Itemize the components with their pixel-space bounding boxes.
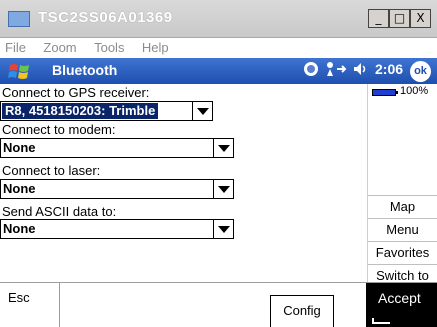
menu-zoom[interactable]: Zoom bbox=[43, 38, 76, 58]
pocketpc-taskbar: Bluetooth 2:06 ok bbox=[0, 58, 437, 84]
gps-label: Connect to GPS receiver: bbox=[2, 85, 150, 100]
modem-label: Connect to modem: bbox=[2, 122, 116, 137]
side-panel: 100% Map Menu Favorites Switch to bbox=[368, 84, 437, 283]
windows-start-icon[interactable] bbox=[7, 61, 33, 81]
ascii-label: Send ASCII data to: bbox=[2, 204, 117, 219]
taskbar-title: Bluetooth bbox=[52, 62, 118, 78]
emulator-window: TSC2SS06A01369 _ □ X File Zoom Tools Hel… bbox=[0, 0, 437, 327]
map-button[interactable]: Map bbox=[368, 195, 437, 218]
volume-icon[interactable] bbox=[353, 61, 369, 77]
laser-dropdown[interactable]: None bbox=[0, 179, 234, 199]
esc-button[interactable]: Esc bbox=[0, 283, 60, 327]
window-title-bar: TSC2SS06A01369 _ □ X bbox=[0, 0, 437, 38]
ascii-value: None bbox=[3, 221, 36, 236]
chevron-down-icon[interactable] bbox=[192, 102, 212, 120]
window-app-icon bbox=[8, 11, 30, 27]
modem-value: None bbox=[3, 140, 36, 155]
modem-dropdown[interactable]: None bbox=[0, 138, 234, 158]
sync-icon[interactable] bbox=[303, 61, 319, 77]
ok-button[interactable]: ok bbox=[410, 61, 431, 82]
favorites-button[interactable]: Favorites bbox=[368, 241, 437, 264]
battery-terminal bbox=[396, 91, 398, 94]
clock-time[interactable]: 2:06 bbox=[375, 61, 403, 77]
bluetooth-form: Connect to GPS receiver: R8, 4518150203:… bbox=[0, 84, 368, 282]
accept-button[interactable]: Accept bbox=[366, 283, 437, 327]
minimize-button[interactable]: _ bbox=[368, 9, 389, 28]
gps-receiver-dropdown[interactable]: R8, 4518150203: Trimble bbox=[0, 101, 213, 121]
maximize-button[interactable]: □ bbox=[389, 9, 410, 28]
window-title: TSC2SS06A01369 bbox=[38, 9, 173, 26]
menu-help[interactable]: Help bbox=[142, 38, 169, 58]
menu-bar: File Zoom Tools Help bbox=[0, 38, 437, 58]
menu-button[interactable]: Menu bbox=[368, 218, 437, 241]
chevron-down-icon[interactable] bbox=[213, 139, 233, 157]
chevron-down-icon[interactable] bbox=[213, 220, 233, 238]
laser-label: Connect to laser: bbox=[2, 163, 101, 178]
battery-icon bbox=[372, 89, 396, 96]
softkey-bar: Esc Config Accept bbox=[0, 282, 437, 327]
menu-tools[interactable]: Tools bbox=[94, 38, 124, 58]
config-button[interactable]: Config bbox=[270, 295, 334, 327]
window-controls: _ □ X bbox=[368, 9, 431, 28]
close-button[interactable]: X bbox=[410, 9, 431, 28]
battery-level: 100% bbox=[400, 85, 429, 97]
ascii-dropdown[interactable]: None bbox=[0, 219, 234, 239]
gps-receiver-value: R8, 4518150203: Trimble bbox=[2, 103, 159, 119]
switch-to-button[interactable]: Switch to bbox=[368, 264, 437, 283]
chevron-down-icon[interactable] bbox=[213, 180, 233, 198]
connectivity-icon[interactable] bbox=[325, 61, 347, 77]
menu-file[interactable]: File bbox=[5, 38, 26, 58]
laser-value: None bbox=[3, 181, 36, 196]
taskbar-status-icons: 2:06 bbox=[303, 61, 403, 77]
